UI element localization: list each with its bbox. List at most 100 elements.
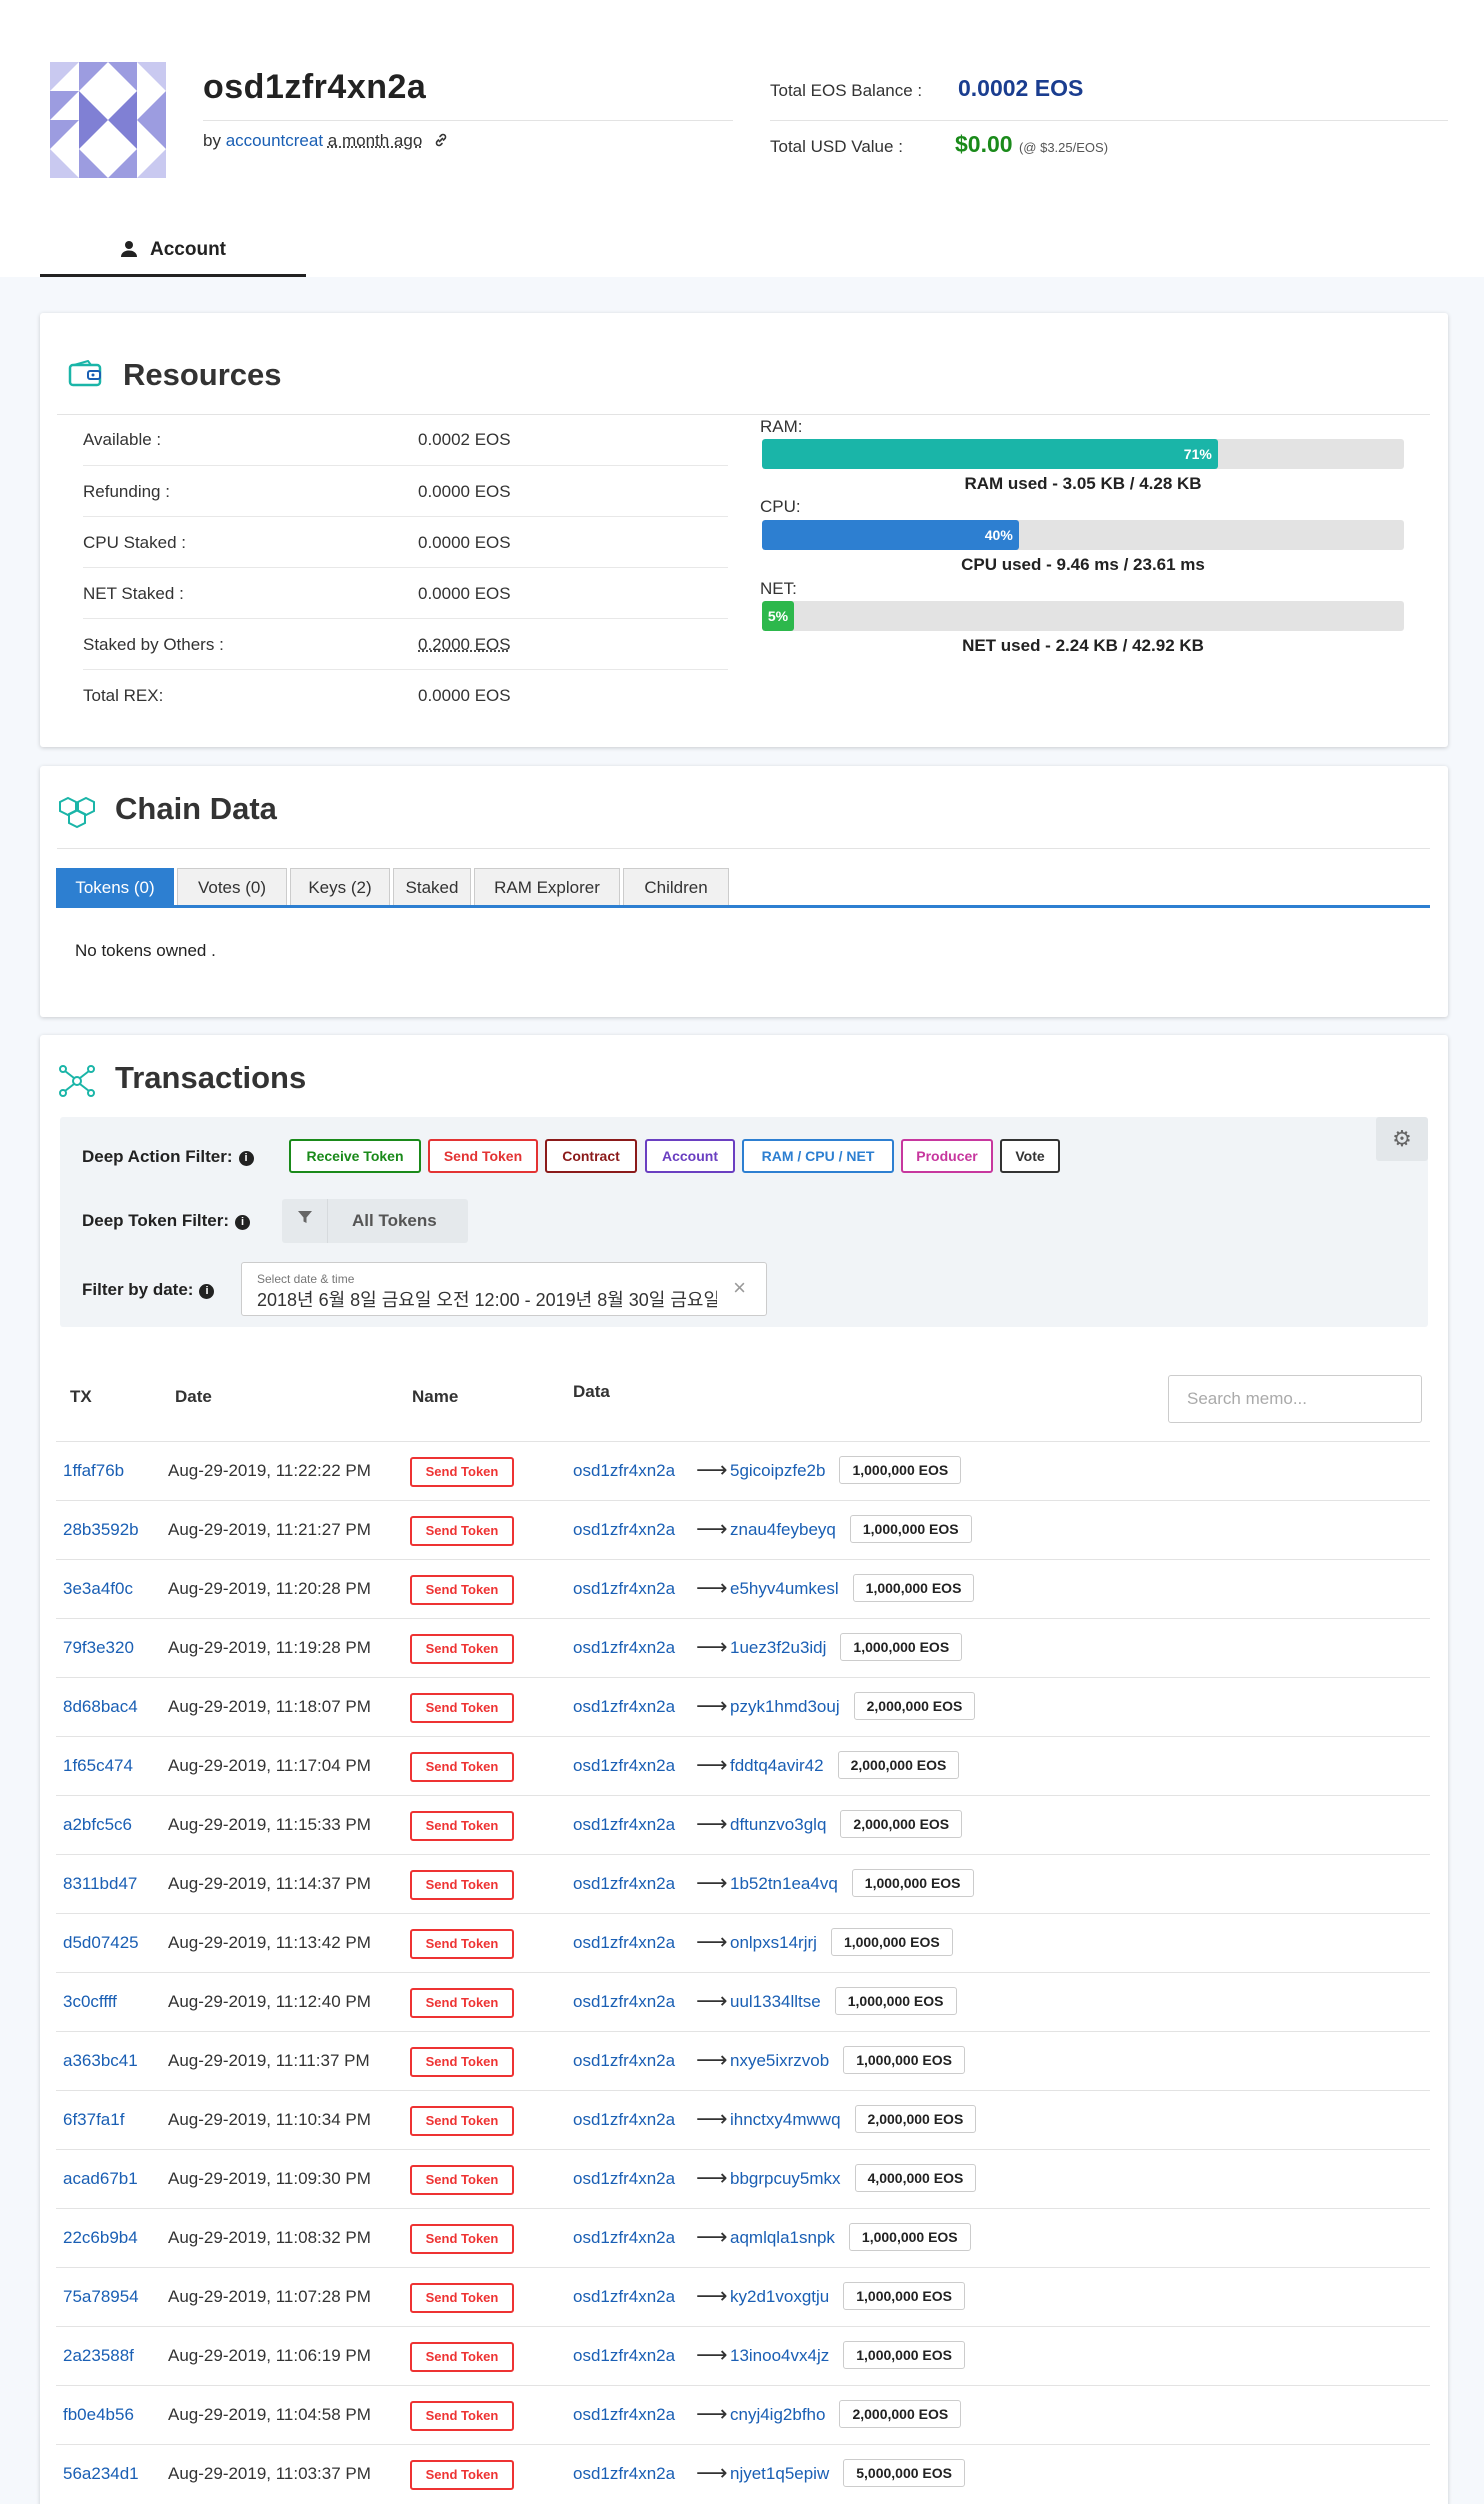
ram-meter-fill: 71% [762,439,1218,469]
from-account-link[interactable]: osd1zfr4xn2a [573,1461,675,1481]
to-account-link[interactable]: uul1334lltse [730,1992,821,2011]
total-rex-label: Total REX: [83,686,164,705]
transfer-target: cnyj4ig2bfho 2,000,000 EOS [730,2400,962,2428]
to-account-link[interactable]: 5gicoipzfe2b [730,1461,825,1480]
to-account-link[interactable]: aqmlqla1snpk [730,2228,835,2247]
tx-hash-link[interactable]: 75a78954 [63,2287,139,2307]
from-account-link[interactable]: osd1zfr4xn2a [573,2228,675,2248]
tab-account[interactable]: Account [40,230,306,277]
tx-hash-link[interactable]: 2a23588f [63,2346,134,2366]
date-range-picker[interactable]: Select date & time 2018년 6월 8일 금요일 오전 12… [241,1262,767,1316]
arrow-right-icon: ⟶ [696,1870,728,1895]
tab-votes[interactable]: Votes (0) [177,868,287,905]
to-account-link[interactable]: ihnctxy4mwwq [730,2110,841,2129]
tab-keys[interactable]: Keys (2) [290,868,390,905]
staked-by-others-value[interactable]: 0.2000 EOS [418,635,511,655]
from-account-link[interactable]: osd1zfr4xn2a [573,1815,675,1835]
cpu-meter: 40% [762,520,1404,550]
filter-producer[interactable]: Producer [901,1139,993,1173]
tx-hash-link[interactable]: 56a234d1 [63,2464,139,2484]
date-picker-caption: Select date & time [257,1272,355,1286]
tx-hash-link[interactable]: 1f65c474 [63,1756,133,1776]
to-account-link[interactable]: fddtq4avir42 [730,1756,824,1775]
action-badge: Send Token [410,2342,514,2372]
from-account-link[interactable]: osd1zfr4xn2a [573,1579,675,1599]
tx-hash-link[interactable]: a2bfc5c6 [63,1815,132,1835]
tx-hash-link[interactable]: 1ffaf76b [63,1461,124,1481]
filter-account[interactable]: Account [645,1139,735,1173]
tx-hash-link[interactable]: 79f3e320 [63,1638,134,1658]
search-memo-input[interactable] [1168,1375,1422,1423]
chip-label: RAM / CPU / NET [761,1148,875,1164]
from-account-link[interactable]: osd1zfr4xn2a [573,2051,675,2071]
tx-hash-link[interactable]: a363bc41 [63,2051,138,2071]
arrow-right-icon: ⟶ [696,2342,728,2367]
info-icon[interactable]: i [238,1151,254,1166]
from-account-link[interactable]: osd1zfr4xn2a [573,2287,675,2307]
tab-ram-explorer[interactable]: RAM Explorer [474,868,620,905]
from-account-link[interactable]: osd1zfr4xn2a [573,2464,675,2484]
table-row: 1f65c474 Aug-29-2019, 11:17:04 PM Send Tok… [56,1736,1430,1795]
settings-button[interactable]: ⚙ [1376,1117,1428,1161]
tx-date: Aug-29-2019, 11:09:30 PM [168,2169,371,2188]
from-account-link[interactable]: osd1zfr4xn2a [573,2110,675,2130]
action-badge: Send Token [410,1988,514,2018]
info-icon[interactable]: i [235,1215,251,1230]
to-account-link[interactable]: e5hyv4umkesl [730,1579,839,1598]
to-account-link[interactable]: 13inoo4vx4jz [730,2346,829,2365]
to-account-link[interactable]: pzyk1hmd3ouj [730,1697,840,1716]
tab-staked[interactable]: Staked [393,868,471,905]
table-row: 6f37fa1f Aug-29-2019, 11:10:34 PM Send Tok… [56,2090,1430,2149]
from-account-link[interactable]: osd1zfr4xn2a [573,2405,675,2425]
filter-receive-token[interactable]: Receive Token [289,1139,421,1173]
creator-link[interactable]: accountcreat [226,131,323,150]
filter-contract[interactable]: Contract [545,1139,637,1173]
from-account-link[interactable]: osd1zfr4xn2a [573,1933,675,1953]
tab-tokens[interactable]: Tokens (0) [56,868,174,905]
to-account-link[interactable]: cnyj4ig2bfho [730,2405,825,2424]
from-account-link[interactable]: osd1zfr4xn2a [573,1992,675,2012]
to-account-link[interactable]: znau4feybeyq [730,1520,836,1539]
to-account-link[interactable]: bbgrpcuy5mkx [730,2169,841,2188]
filter-ram-cpu-net[interactable]: RAM / CPU / NET [742,1139,894,1173]
tx-hash-link[interactable]: 6f37fa1f [63,2110,124,2130]
tx-hash-link[interactable]: d5d07425 [63,1933,139,1953]
to-account-link[interactable]: 1b52tn1ea4vq [730,1874,838,1893]
from-account-link[interactable]: osd1zfr4xn2a [573,1520,675,1540]
clear-icon[interactable]: × [733,1275,746,1301]
transfer-target: 13inoo4vx4jz 1,000,000 EOS [730,2341,965,2369]
filter-send-token[interactable]: Send Token [428,1139,538,1173]
from-account-link[interactable]: osd1zfr4xn2a [573,1756,675,1776]
filter-vote[interactable]: Vote [1000,1139,1060,1173]
tab-children[interactable]: Children [623,868,729,905]
tx-hash-link[interactable]: 8311bd47 [63,1874,137,1894]
to-account-link[interactable]: 1uez3f2u3idj [730,1638,826,1657]
from-account-link[interactable]: osd1zfr4xn2a [573,1638,675,1658]
tx-hash-link[interactable]: 8d68bac4 [63,1697,138,1717]
info-icon[interactable]: i [199,1284,215,1299]
to-account-link[interactable]: nxye5ixrzvob [730,2051,829,2070]
to-account-link[interactable]: ky2d1voxgtju [730,2287,829,2306]
eos-balance-value: 0.0002 EOS [958,75,1084,101]
chain-icon [59,796,95,829]
tx-hash-link[interactable]: 22c6b9b4 [63,2228,138,2248]
from-account-link[interactable]: osd1zfr4xn2a [573,2169,675,2189]
chip-label: Producer [916,1148,978,1164]
to-account-link[interactable]: njyet1q5epiw [730,2464,829,2483]
tx-hash-link[interactable]: 28b3592b [63,1520,139,1540]
to-account-link[interactable]: dftunzvo3glq [730,1815,826,1834]
tx-hash-link[interactable]: 3e3a4f0c [63,1579,133,1599]
arrow-right-icon: ⟶ [696,2401,728,2426]
transfer-target: fddtq4avir42 2,000,000 EOS [730,1751,960,1779]
from-account-link[interactable]: osd1zfr4xn2a [573,1874,675,1894]
tx-hash-link[interactable]: acad67b1 [63,2169,138,2189]
token-filter-select[interactable]: All Tokens [282,1199,468,1243]
link-icon[interactable] [433,132,449,148]
from-account-link[interactable]: osd1zfr4xn2a [573,1697,675,1717]
tx-hash-link[interactable]: 3c0cffff [63,1992,117,2012]
tx-date: Aug-29-2019, 11:18:07 PM [168,1697,371,1716]
to-account-link[interactable]: onlpxs14rjrj [730,1933,817,1952]
tx-hash-link[interactable]: fb0e4b56 [63,2405,134,2425]
from-account-link[interactable]: osd1zfr4xn2a [573,2346,675,2366]
available-label: Available : [83,430,162,449]
